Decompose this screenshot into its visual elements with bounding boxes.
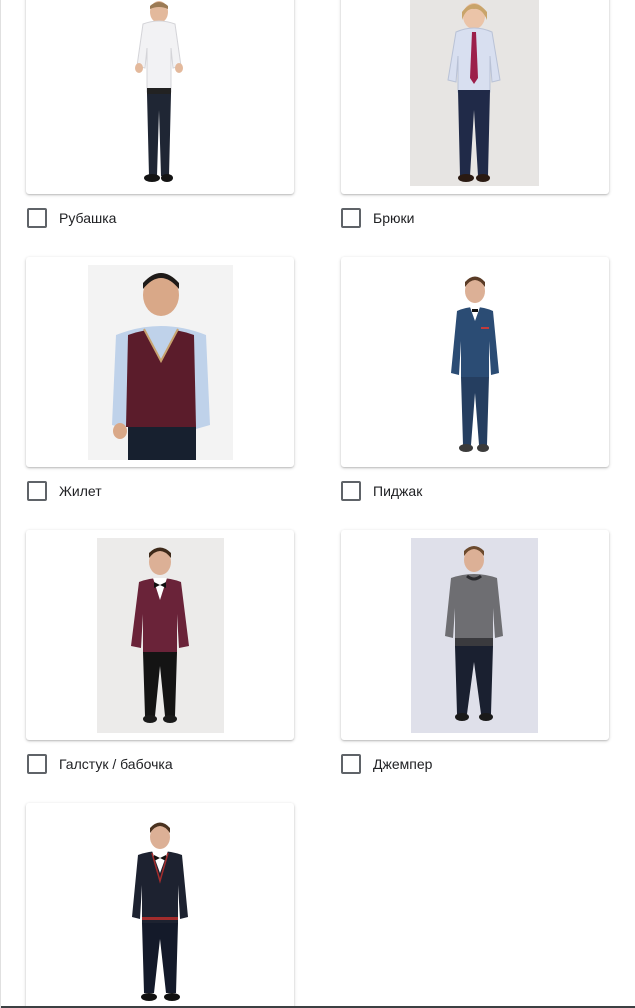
shirt-photo	[121, 0, 201, 186]
jumper-photo	[411, 538, 538, 733]
option-label: Жилет	[59, 483, 102, 499]
image-choice-question: Рубашка Брюки Жилет Пиджак Галстук / баб…	[0, 0, 635, 1008]
option-image-card-shirt[interactable]	[26, 0, 294, 194]
option-image-card-trousers[interactable]	[341, 0, 609, 194]
option-image-card-jumper[interactable]	[341, 530, 609, 740]
option-label: Галстук / бабочка	[59, 756, 173, 772]
option-jacket[interactable]: Пиджак	[341, 480, 422, 502]
option-label: Джемпер	[373, 756, 433, 772]
checkbox[interactable]	[341, 208, 361, 228]
option-tie[interactable]: Галстук / бабочка	[27, 753, 173, 775]
trousers-photo	[410, 0, 539, 186]
option-label: Рубашка	[59, 210, 117, 226]
tie-photo	[97, 538, 224, 733]
checkbox[interactable]	[27, 208, 47, 228]
checkbox[interactable]	[341, 754, 361, 774]
checkbox[interactable]	[27, 481, 47, 501]
option-image-card-jacket[interactable]	[341, 257, 609, 467]
checkbox[interactable]	[27, 754, 47, 774]
option-image-card-cardigan[interactable]	[26, 803, 294, 1008]
option-label: Брюки	[373, 210, 415, 226]
option-jumper[interactable]: Джемпер	[341, 753, 432, 775]
option-trousers[interactable]: Брюки	[341, 207, 414, 229]
option-shirt[interactable]: Рубашка	[27, 207, 116, 229]
option-label: Пиджак	[373, 483, 423, 499]
checkbox[interactable]	[341, 481, 361, 501]
option-image-card-vest[interactable]	[26, 257, 294, 467]
vest-photo	[88, 265, 233, 460]
jacket-photo	[435, 265, 515, 460]
option-image-card-tie[interactable]	[26, 530, 294, 740]
option-vest[interactable]: Жилет	[27, 480, 102, 502]
cardigan-photo	[88, 811, 233, 1008]
